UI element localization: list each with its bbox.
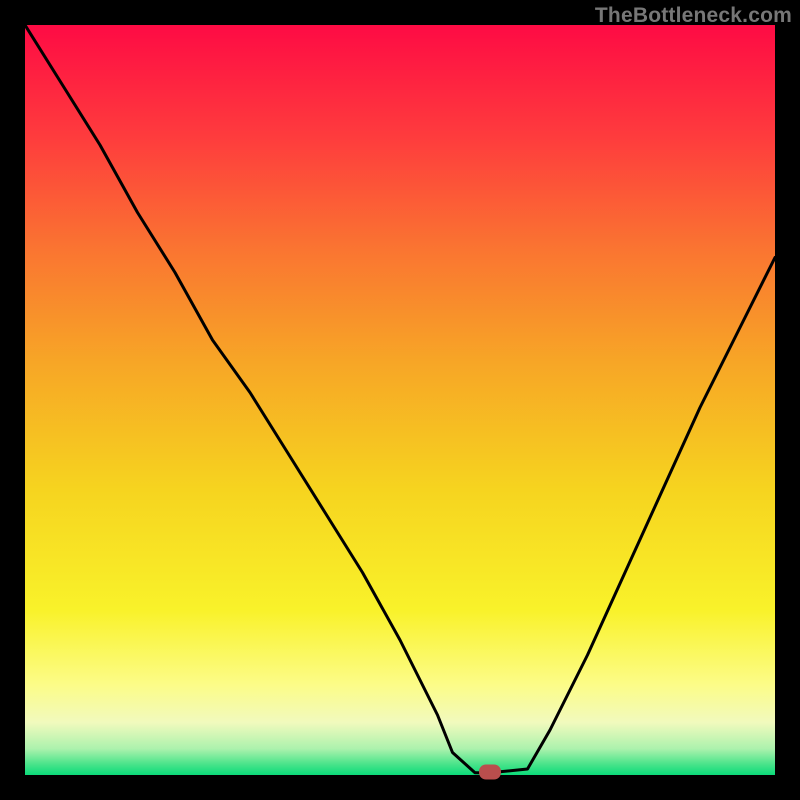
gradient-background: [25, 25, 775, 775]
chart-frame: TheBottleneck.com: [0, 0, 800, 800]
watermark-text: TheBottleneck.com: [595, 4, 792, 28]
bottleneck-chart: [25, 25, 775, 775]
current-point-marker: [479, 765, 501, 780]
